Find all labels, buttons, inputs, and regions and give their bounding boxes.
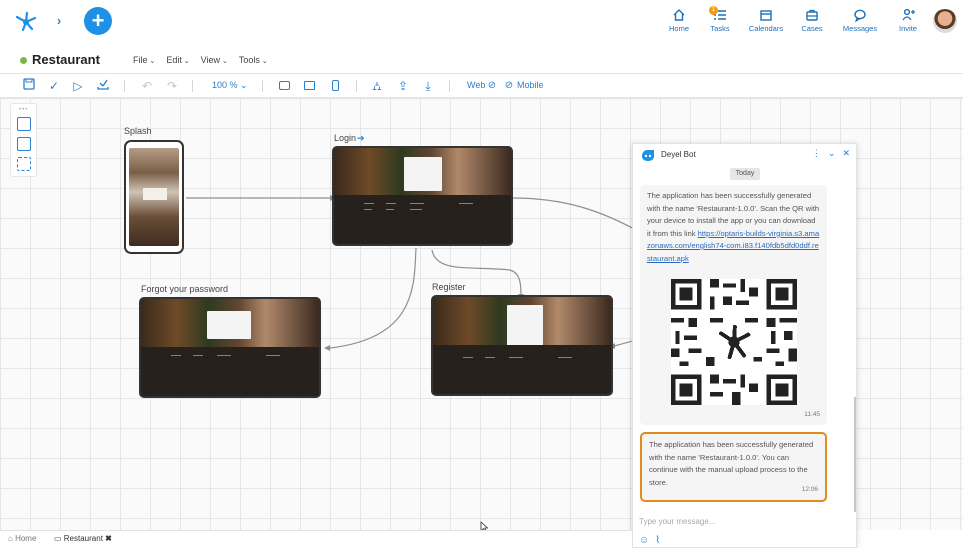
home-tab[interactable]: ⌂ Home	[8, 534, 36, 543]
restaurant-tab[interactable]: ▭ Restaurant ✖	[54, 534, 112, 543]
layout-icon[interactable]: ⛼	[370, 78, 384, 94]
restaurant-tab-label: Restaurant	[63, 534, 103, 543]
toolbar-divider	[262, 80, 263, 92]
forgot-password-preview-footer	[141, 346, 319, 396]
chat-input-tools: ☺ ⌇	[639, 535, 660, 546]
nav-tasks-label: Tasks	[710, 24, 730, 33]
chat-scrollbar[interactable]	[854, 397, 856, 512]
message-time: 12:06	[801, 485, 818, 493]
forgot-password-preview-card	[207, 311, 251, 339]
forgot-password-screen-node[interactable]	[139, 297, 321, 398]
node-label-register: Register	[432, 282, 466, 292]
main-menu: File Edit View Tools	[133, 55, 268, 65]
zoom-select[interactable]: 100 % ⌄	[212, 80, 248, 91]
publish-icon[interactable]	[96, 78, 110, 94]
app-title-bar: Restaurant File Edit View Tools	[0, 42, 963, 74]
chat-controls: ⋮ ⌄ ✕	[812, 148, 850, 159]
day-separator: Today	[730, 168, 760, 180]
nav-calendars[interactable]: Calendars	[742, 6, 790, 33]
desktop-view-icon[interactable]	[277, 78, 291, 94]
toolbar-divider	[124, 80, 125, 92]
nav-calendars-label: Calendars	[748, 24, 784, 33]
top-bar: › + Home 1 Tasks Calendars Cases Message…	[0, 0, 963, 42]
web-label: Web	[467, 80, 486, 90]
message-time: 11:45	[804, 410, 820, 418]
chat-header: Deyel Bot ⋮ ⌄ ✕	[633, 144, 856, 166]
home-tab-label: Home	[15, 534, 37, 543]
register-preview-footer	[433, 344, 611, 394]
save-icon[interactable]	[22, 78, 36, 94]
bottom-tab-bar: ⌂ Home ▭ Restaurant ✖	[0, 530, 632, 548]
tasks-badge: 1	[709, 6, 718, 15]
node-label-login: Login	[334, 133, 357, 143]
app-status-dot	[20, 57, 27, 64]
web-check-icon[interactable]: ⊘	[486, 78, 498, 94]
toolbar-divider	[192, 80, 193, 92]
editor-toolbar: ✓ ▷ ↶ ↷ 100 % ⌄ ⛼ ⇪ ⤓ Web ⊘ ⊘ Mobile	[0, 74, 963, 98]
nav-cases-label: Cases	[801, 24, 823, 33]
user-avatar[interactable]	[933, 9, 957, 33]
entry-point-icon: ➔	[357, 133, 365, 143]
splash-preview-image	[129, 148, 179, 246]
menu-tools[interactable]: Tools	[239, 55, 268, 65]
home-icon	[673, 9, 685, 21]
add-button[interactable]: +	[84, 7, 112, 35]
invite-icon	[902, 8, 915, 21]
node-label-forgot-password: Forgot your password	[141, 284, 229, 294]
message-text: The application has been successfully ge…	[649, 440, 814, 487]
nav-home[interactable]: Home	[660, 6, 698, 33]
bot-avatar-icon	[642, 150, 654, 161]
chat-message-highlighted: The application has been successfully ge…	[640, 432, 827, 502]
toolbar-divider	[449, 80, 450, 92]
nav-cases[interactable]: Cases	[793, 6, 831, 33]
download-icon[interactable]: ⤓	[421, 78, 435, 94]
minimize-chevron-icon[interactable]: ⌄	[828, 148, 836, 159]
messages-icon	[854, 9, 866, 22]
play-icon[interactable]: ▷	[71, 78, 85, 94]
nav-messages[interactable]: Messages	[834, 6, 886, 33]
top-navigation: Home 1 Tasks Calendars Cases Messages In…	[657, 6, 927, 33]
nav-tasks[interactable]: 1 Tasks	[701, 6, 739, 33]
tab-close-icon[interactable]: ✖	[105, 534, 112, 543]
expand-chevron-icon[interactable]: ›	[52, 12, 66, 30]
close-icon[interactable]: ✕	[842, 148, 850, 159]
mobile-view-icon[interactable]	[328, 78, 342, 94]
menu-edit[interactable]: Edit	[166, 55, 189, 65]
undo-icon[interactable]: ↶	[140, 78, 154, 94]
attachment-icon[interactable]: ⌇	[655, 535, 660, 546]
node-label-splash: Splash	[124, 126, 152, 136]
qr-code-image	[671, 279, 797, 405]
menu-view[interactable]: View	[201, 55, 228, 65]
login-preview-card	[404, 157, 442, 191]
login-preview-footer	[334, 195, 511, 244]
nav-home-label: Home	[668, 24, 689, 33]
emoji-icon[interactable]: ☺	[639, 535, 649, 546]
chatbot-panel: Deyel Bot ⋮ ⌄ ✕ Today The application ha…	[632, 143, 857, 548]
menu-file[interactable]: File	[133, 55, 155, 65]
mouse-cursor-icon	[480, 521, 488, 530]
nav-invite-label: Invite	[899, 24, 917, 33]
cases-icon	[806, 9, 818, 21]
tablet-view-icon[interactable]	[302, 78, 316, 94]
app-title: Restaurant	[32, 52, 100, 67]
calendar-icon	[760, 10, 772, 21]
more-options-icon[interactable]: ⋮	[812, 148, 821, 159]
mobile-check-icon[interactable]: ⊘	[503, 78, 515, 94]
deyel-logo-icon[interactable]	[14, 10, 38, 32]
nav-messages-label: Messages	[842, 24, 878, 33]
mobile-label: Mobile	[517, 80, 544, 90]
bot-name: Deyel Bot	[661, 150, 696, 159]
splash-screen-node[interactable]	[124, 140, 184, 254]
check-icon[interactable]: ✓	[47, 78, 61, 94]
login-screen-node[interactable]	[332, 146, 513, 246]
toolbar-divider	[356, 80, 357, 92]
chat-message: The application has been successfully ge…	[640, 185, 827, 425]
chat-message-input[interactable]: Type your message...	[639, 517, 715, 526]
share-icon[interactable]: ⇪	[396, 78, 410, 94]
nav-invite[interactable]: Invite	[889, 6, 927, 33]
register-screen-node[interactable]	[431, 295, 613, 396]
redo-icon[interactable]: ↷	[165, 78, 179, 94]
